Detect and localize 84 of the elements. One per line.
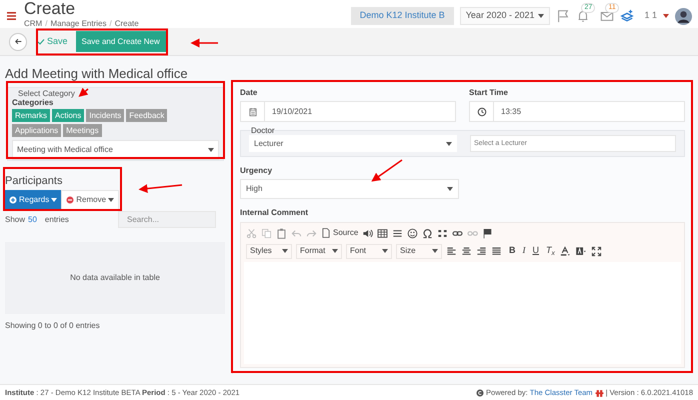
smiley-icon[interactable] [407, 228, 418, 238]
annotation-arrow [138, 184, 182, 194]
breadcrumb-link[interactable]: CRM [24, 19, 42, 28]
caret-icon [432, 249, 438, 253]
annotation-arrow [190, 38, 218, 48]
avatar[interactable] [675, 8, 692, 24]
caret-icon [663, 14, 669, 18]
breadcrumb-link[interactable]: Create [114, 19, 139, 28]
underline-button[interactable]: U [532, 244, 539, 258]
field-label: Date [240, 87, 258, 99]
bell-icon[interactable] [576, 9, 590, 23]
table-info: Showing 0 to 0 of 0 entries [5, 320, 101, 332]
align-left-icon[interactable] [446, 246, 457, 256]
editor-dropdown[interactable]: Size [396, 244, 442, 258]
clear-button[interactable]: T$_{x}$ [546, 244, 555, 258]
caret-icon [446, 142, 452, 146]
field-label: Start Time [469, 87, 509, 99]
date-field[interactable]: 19/10/2021 [240, 101, 456, 122]
caret-icon [208, 148, 214, 152]
caret-icon [108, 198, 114, 202]
logo-icon [594, 388, 604, 398]
align-right-icon[interactable] [476, 246, 487, 256]
breadcrumb-separator: / [45, 19, 48, 28]
layers-icon[interactable] [620, 9, 634, 23]
year-select[interactable]: Year 2020 - 2021 [460, 7, 550, 25]
form-title: Add Meeting with Medical office [5, 66, 189, 81]
remove-button[interactable]: Remove [61, 190, 120, 210]
field-label: Internal Comment [240, 207, 308, 219]
editor-dropdown[interactable]: Styles [246, 244, 292, 258]
flag-icon[interactable] [482, 228, 494, 238]
horizontal-line-icon[interactable] [392, 228, 404, 238]
show-label: Show [5, 214, 26, 226]
omega-icon[interactable] [422, 228, 434, 238]
user-label[interactable]: 1 1 [644, 9, 657, 23]
page-title: Create [24, 0, 76, 18]
table-icon[interactable] [377, 228, 388, 238]
caret-icon [51, 198, 58, 202]
minus-circle-icon [66, 196, 74, 204]
field-label: Urgency [240, 165, 272, 177]
page-size-select[interactable]: 50 [28, 214, 37, 226]
field-label: Categories [12, 98, 54, 107]
maximize-icon[interactable] [590, 246, 602, 256]
menu-icon[interactable] [7, 12, 16, 20]
editor-dropdown[interactable]: Format [296, 244, 342, 258]
italic-button[interactable]: I [522, 244, 526, 258]
calendar-icon [248, 106, 258, 116]
caret-icon [382, 249, 388, 253]
empty-message: No data available in table [70, 272, 160, 284]
fieldset-legend: Doctor [251, 126, 275, 135]
text-color-icon[interactable] [558, 246, 571, 256]
bold-button[interactable]: B [509, 244, 516, 258]
copyright-icon [476, 389, 484, 397]
check-icon [37, 38, 45, 46]
background-color-icon[interactable] [574, 246, 587, 256]
speaker-icon[interactable] [362, 228, 374, 238]
document-icon [321, 228, 331, 238]
section-title: Participants [5, 175, 64, 187]
back-button[interactable] [9, 32, 27, 50]
plus-circle-icon [9, 196, 17, 204]
back-arrow-icon [14, 37, 22, 46]
urgency-select[interactable]: High [240, 179, 459, 199]
clock-icon [476, 106, 486, 116]
clipboard-icon[interactable] [276, 228, 287, 238]
caret-icon [538, 14, 544, 18]
align-center-icon[interactable] [461, 246, 472, 256]
entries-label: entries [44, 214, 69, 226]
caret-icon [282, 249, 288, 253]
doctor-type-select[interactable]: Lecturer [249, 135, 457, 152]
envelope-icon[interactable] [600, 9, 614, 23]
search-field[interactable]: Search... [118, 211, 216, 228]
breadcrumb-link[interactable]: Manage Entries [50, 19, 106, 28]
source-button[interactable]: Source [321, 227, 358, 239]
category-select[interactable]: Meeting with Medical office [12, 140, 219, 160]
regards-button[interactable]: Regards [5, 190, 62, 210]
justify-icon[interactable] [491, 246, 502, 256]
fieldset-legend: Select Category [18, 89, 75, 98]
annotation-arrow [371, 159, 402, 182]
annotation-arrow [78, 88, 88, 97]
caret-icon [332, 249, 338, 253]
caret-icon [447, 187, 453, 191]
editor-dropdown[interactable]: Font [346, 244, 392, 258]
time-field[interactable]: 13:35 [469, 101, 685, 122]
breadcrumb-separator: / [109, 19, 112, 28]
page-break-icon[interactable] [437, 228, 448, 238]
